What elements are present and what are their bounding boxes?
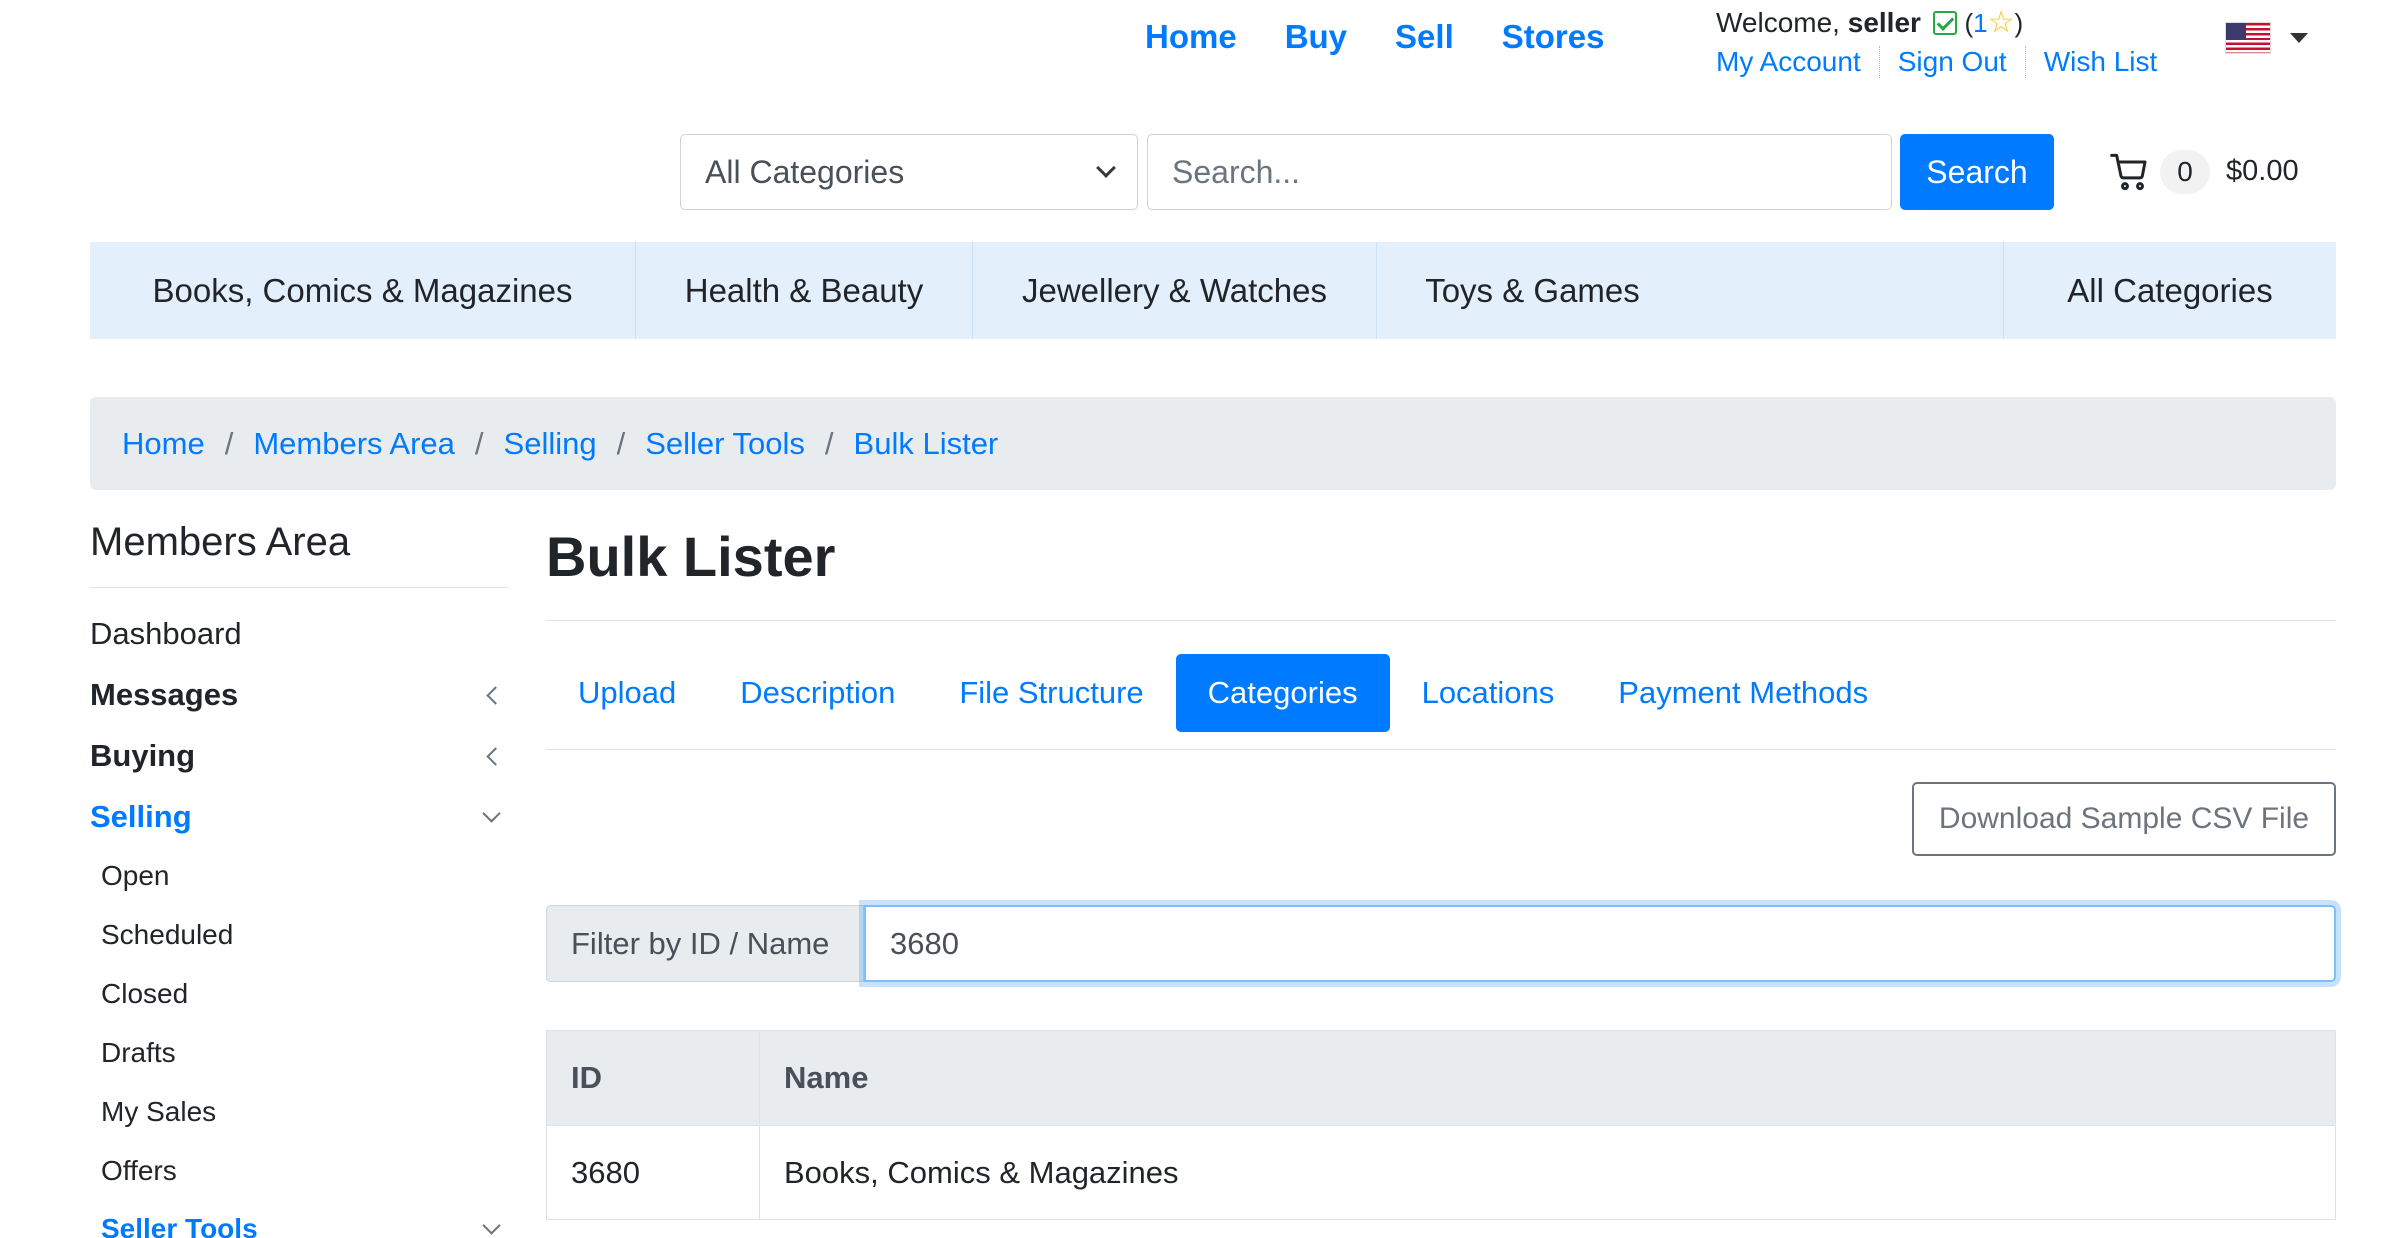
categories-table: ID Name 3680 Books, Comics & Magazines [546,1030,2336,1220]
category-books-comics-magazines[interactable]: Books, Comics & Magazines [90,242,636,339]
breadcrumb-seller-tools[interactable]: Seller Tools [645,426,805,462]
breadcrumb: Home / Members Area / Selling / Seller T… [90,397,2336,490]
sidebar-item-buying[interactable]: Buying [90,738,508,774]
search-button[interactable]: Search [1900,134,2054,210]
sidebar-item-dashboard[interactable]: Dashboard [90,616,508,652]
cell-name: Books, Comics & Magazines [759,1125,2336,1220]
breadcrumb-members-area[interactable]: Members Area [253,426,455,462]
us-flag-icon[interactable] [2225,22,2271,54]
chevron-down-icon [482,1215,501,1235]
check-square-icon [1932,11,1957,35]
bulk-lister-tabs: Upload Description File Structure Catego… [546,654,1900,732]
my-account-link[interactable]: My Account [1716,46,1879,78]
tab-payment-methods[interactable]: Payment Methods [1586,654,1900,732]
welcome-message: Welcome, seller (1☆) [1716,5,2023,40]
category-all-categories[interactable]: All Categories [2003,242,2336,339]
sidebar-subitem-seller-tools[interactable]: Seller Tools [101,1213,508,1238]
cell-id: 3680 [546,1125,760,1220]
top-nav: Home Buy Sell Stores [1145,18,1604,56]
sidebar-subitem-my-sales[interactable]: My Sales [101,1096,508,1128]
tab-upload[interactable]: Upload [546,654,708,732]
feedback-score[interactable]: (1☆) [1964,6,2023,39]
sidebar-item-selling[interactable]: Selling [90,799,508,835]
tabs-divider [546,749,2336,750]
username[interactable]: seller [1848,7,1921,38]
category-bar: Books, Comics & Magazines Health & Beaut… [90,242,2336,339]
welcome-prefix: Welcome, [1716,7,1840,38]
breadcrumb-separator: / [224,425,234,461]
breadcrumb-bulk-lister[interactable]: Bulk Lister [854,426,999,462]
sidebar-subitem-scheduled[interactable]: Scheduled [101,919,508,951]
sidebar-divider [90,587,508,588]
nav-home-link[interactable]: Home [1145,18,1237,56]
cart-count-badge[interactable]: 0 [2160,150,2210,194]
sidebar-subitem-offers[interactable]: Offers [101,1155,508,1187]
category-jewellery-watches[interactable]: Jewellery & Watches [973,242,1377,339]
chevron-left-icon [486,685,505,705]
chevron-down-icon [482,803,501,823]
column-header-id: ID [546,1030,760,1126]
tab-file-structure[interactable]: File Structure [927,654,1175,732]
filter-input-value: 3680 [890,925,959,961]
search-placeholder: Search... [1172,153,1301,190]
table-row: 3680 Books, Comics & Magazines [546,1125,2336,1220]
category-health-beauty[interactable]: Health & Beauty [636,242,973,339]
breadcrumb-separator: / [474,425,484,461]
breadcrumb-selling[interactable]: Selling [504,426,597,462]
account-links: My Account Sign Out Wish List [1716,46,2175,78]
cart-total[interactable]: $0.00 [2226,155,2299,188]
wish-list-link[interactable]: Wish List [2024,46,2176,78]
filter-label: Filter by ID / Name [546,905,864,982]
sidebar-subitem-closed[interactable]: Closed [101,978,508,1010]
breadcrumb-separator: / [824,425,834,461]
nav-sell-link[interactable]: Sell [1395,18,1454,56]
category-select[interactable]: All Categories [680,134,1138,210]
filter-input[interactable]: 3680 [864,905,2336,982]
search-input[interactable]: Search... [1147,134,1892,210]
sidebar-title: Members Area [90,520,351,564]
chevron-left-icon [486,746,505,766]
category-toys-games[interactable]: Toys & Games [1377,242,1688,339]
category-select-value: All Categories [705,153,905,190]
nav-stores-link[interactable]: Stores [1502,18,1605,56]
tab-description[interactable]: Description [708,654,927,732]
title-divider [546,620,2336,621]
column-header-name: Name [759,1030,2336,1126]
caret-down-icon[interactable] [2290,33,2308,43]
star-icon: ☆ [1987,6,2015,39]
cart-icon[interactable] [2110,152,2150,192]
sidebar-item-messages[interactable]: Messages [90,677,508,713]
download-sample-csv-button[interactable]: Download Sample CSV File [1912,782,2336,856]
sidebar-subitem-drafts[interactable]: Drafts [101,1037,508,1069]
table-header-row: ID Name [546,1030,2336,1126]
chevron-down-icon [1096,158,1116,178]
sign-out-link[interactable]: Sign Out [1878,46,2025,78]
breadcrumb-separator: / [616,425,626,461]
sidebar-subitem-open[interactable]: Open [101,860,508,892]
nav-buy-link[interactable]: Buy [1285,18,1347,56]
tab-locations[interactable]: Locations [1390,654,1587,732]
breadcrumb-home[interactable]: Home [122,426,205,462]
tab-categories[interactable]: Categories [1175,654,1390,732]
page-title: Bulk Lister [546,525,836,588]
